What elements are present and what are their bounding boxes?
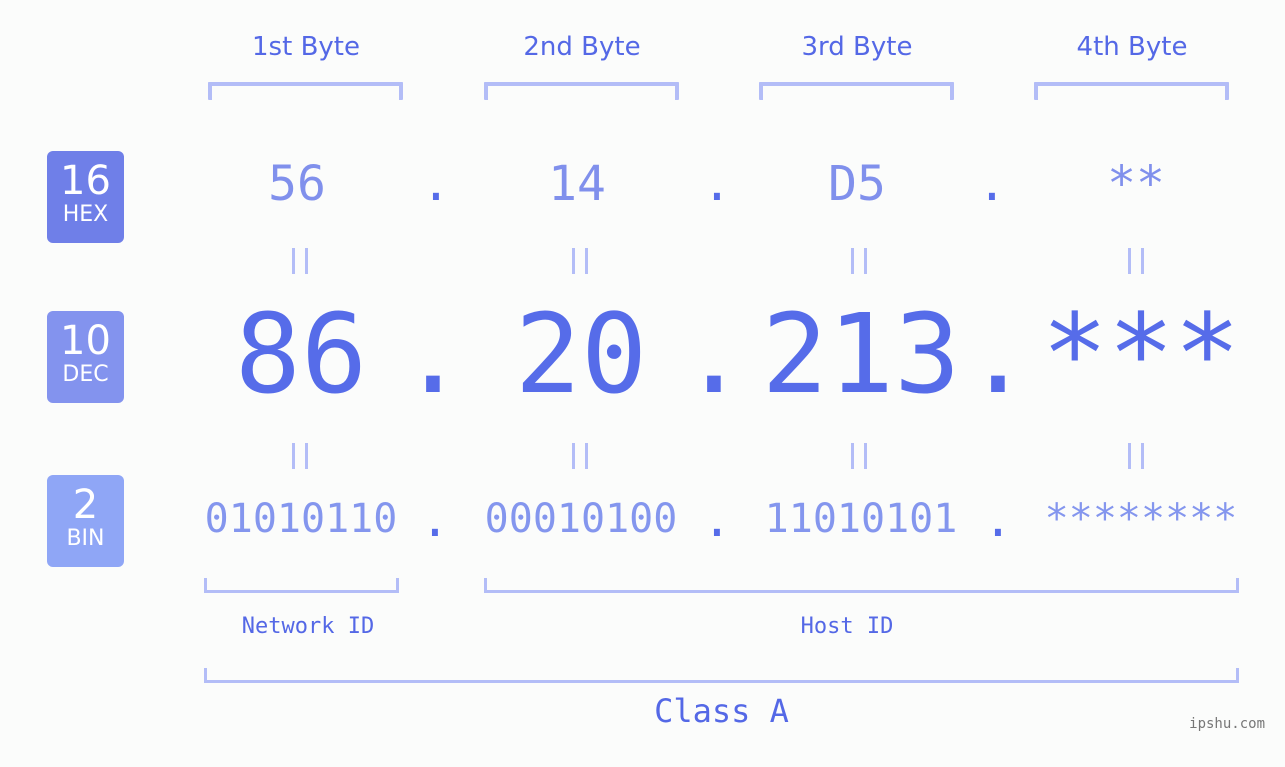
byte-header-1: 1st Byte bbox=[252, 32, 360, 62]
byte-header-3: 3rd Byte bbox=[801, 32, 913, 62]
dec-badge-label: DEC bbox=[62, 362, 109, 387]
hex-value-4: ** bbox=[1107, 156, 1165, 212]
bin-badge-base: 2 bbox=[72, 482, 99, 528]
dec-separator-1: . bbox=[399, 290, 467, 418]
equals-icon bbox=[292, 248, 308, 274]
byte-header-2: 2nd Byte bbox=[523, 32, 641, 62]
bin-value-1: 01010110 bbox=[204, 496, 398, 542]
hex-separator-1: . bbox=[421, 156, 451, 212]
equals-icon bbox=[1128, 443, 1144, 469]
bin-separator-2: . bbox=[702, 492, 732, 548]
bin-value-4: ******** bbox=[1044, 496, 1238, 542]
bin-value-3: 11010101 bbox=[764, 496, 958, 542]
hex-value-2: 14 bbox=[548, 156, 606, 212]
network-id-label: Network ID bbox=[241, 614, 375, 639]
bin-badge-label: BIN bbox=[66, 526, 105, 551]
site-credit: ipshu.com bbox=[1189, 716, 1265, 732]
hex-value-3: D5 bbox=[828, 156, 886, 212]
equals-icon bbox=[572, 443, 588, 469]
equals-icon bbox=[572, 248, 588, 274]
equals-icon bbox=[851, 248, 867, 274]
hex-value-1: 56 bbox=[268, 156, 326, 212]
byte-header-4: 4th Byte bbox=[1076, 32, 1188, 62]
equals-icon bbox=[292, 443, 308, 469]
bin-badge: 2 BIN bbox=[47, 475, 124, 567]
byte-bracket-3 bbox=[759, 82, 954, 100]
dec-separator-3: . bbox=[964, 290, 1032, 418]
hex-badge: 16 HEX bbox=[47, 151, 124, 243]
bin-separator-1: . bbox=[420, 492, 450, 548]
byte-bracket-4 bbox=[1034, 82, 1229, 100]
equals-icon bbox=[1128, 248, 1144, 274]
byte-bracket-2 bbox=[484, 82, 679, 100]
hex-badge-label: HEX bbox=[62, 202, 109, 227]
hex-badge-base: 16 bbox=[60, 158, 111, 204]
equals-icon bbox=[851, 443, 867, 469]
network-id-bracket bbox=[204, 578, 399, 593]
host-id-label: Host ID bbox=[800, 614, 894, 639]
class-bracket bbox=[204, 668, 1239, 683]
byte-bracket-1 bbox=[208, 82, 403, 100]
hex-separator-2: . bbox=[702, 156, 732, 212]
dec-separator-2: . bbox=[680, 290, 748, 418]
bin-value-2: 00010100 bbox=[484, 496, 678, 542]
host-id-bracket bbox=[484, 578, 1239, 593]
dec-badge-base: 10 bbox=[60, 318, 111, 364]
bin-separator-3: . bbox=[983, 492, 1013, 548]
hex-separator-3: . bbox=[977, 156, 1007, 212]
class-label: Class A bbox=[654, 692, 789, 730]
dec-badge: 10 DEC bbox=[47, 311, 124, 403]
